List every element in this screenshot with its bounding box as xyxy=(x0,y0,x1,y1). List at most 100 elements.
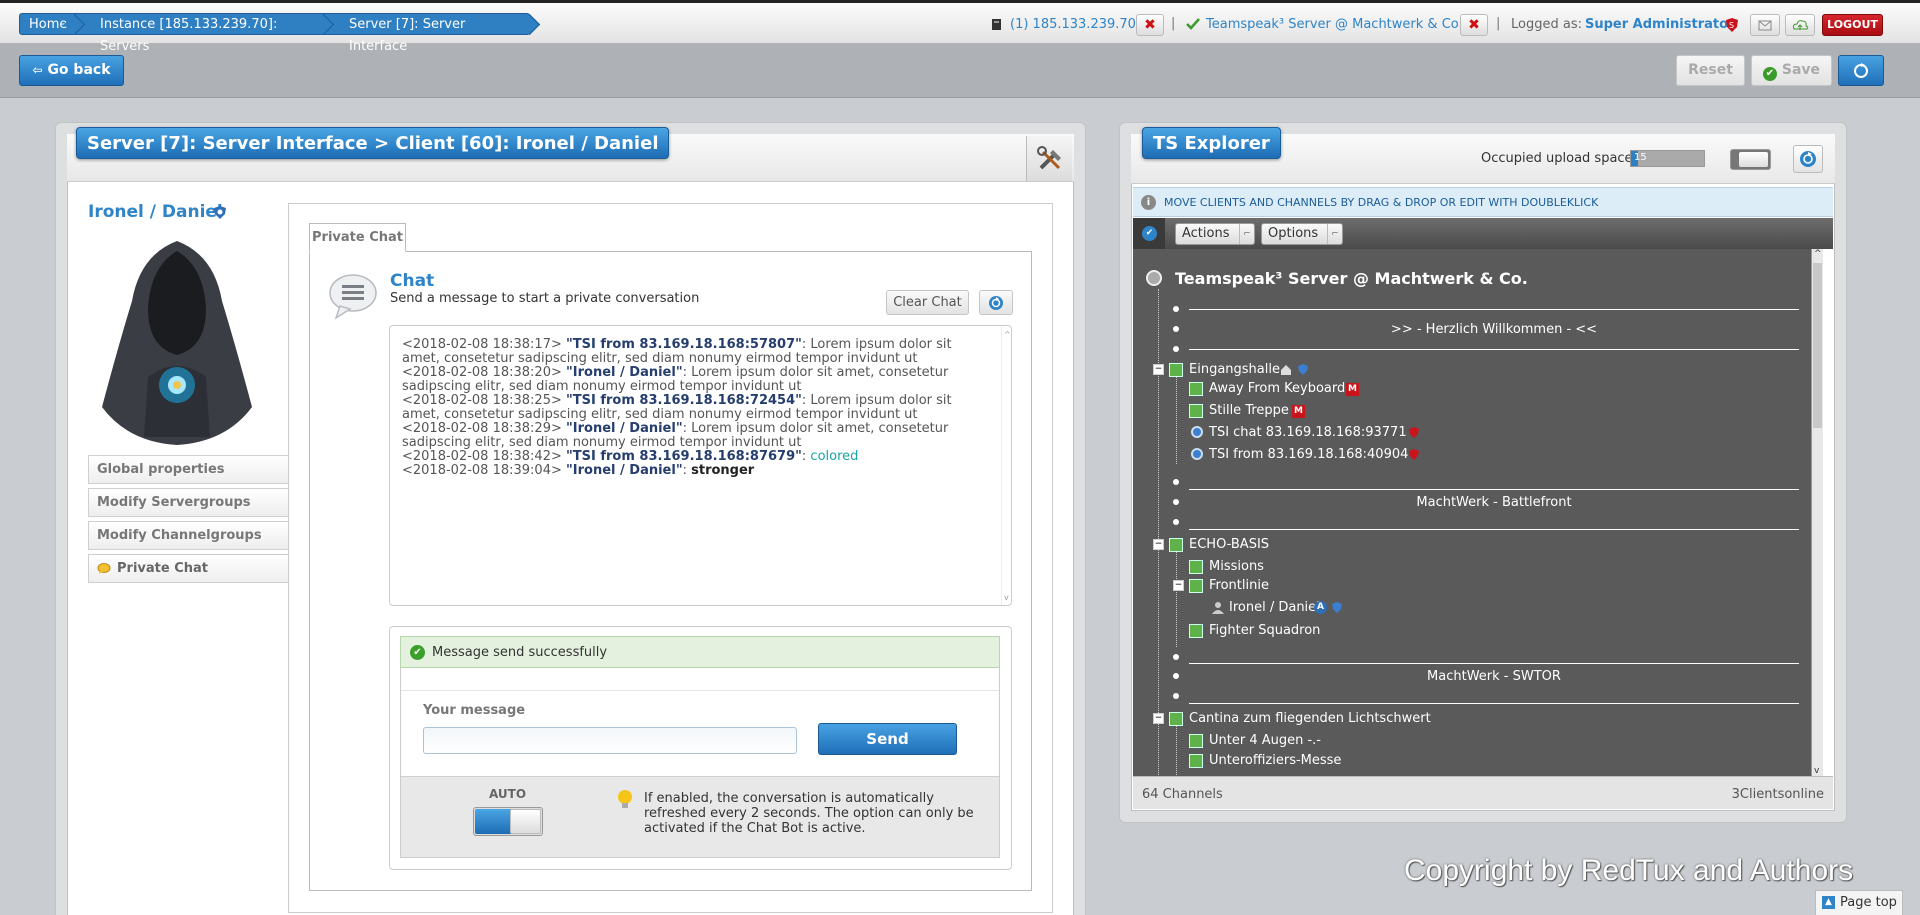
clients-online: 3Clientsonline xyxy=(1731,787,1824,802)
channel-icon xyxy=(1189,560,1203,574)
chat-log[interactable]: ^ v <2018-02-08 18:38:17> "TSI from 83.1… xyxy=(389,325,1012,606)
message-sender: "TSI from 83.169.18.168:57807" xyxy=(566,337,802,352)
tree-branch xyxy=(1176,369,1177,464)
server-instance-icon xyxy=(991,18,1002,31)
message-sender: "Ironel / Daniel" xyxy=(566,463,683,478)
message-colored-text: colored xyxy=(810,449,859,464)
server-link[interactable]: Teamspeak³ Server @ Machtwerk & Co. xyxy=(1206,17,1463,32)
scroll-down-icon[interactable]: v xyxy=(1814,766,1819,776)
scroll-up-icon[interactable]: ^ xyxy=(1814,249,1822,259)
spacer-swtor[interactable]: MachtWerk - SWTOR xyxy=(1189,669,1799,684)
page-top-button[interactable]: ▲ Page top xyxy=(1815,890,1903,915)
chat-subtitle: Send a message to start a private conver… xyxy=(390,291,700,306)
explorer-toggle[interactable] xyxy=(1730,149,1771,170)
scroll-up-icon[interactable]: ^ xyxy=(1004,330,1011,339)
channel-stille-treppe[interactable]: Stille Treppe xyxy=(1209,403,1289,418)
copyright: Copyright by RedTux and Authors xyxy=(1404,854,1854,887)
explorer-refresh-button[interactable] xyxy=(1793,145,1823,173)
server-admin-icon xyxy=(1408,426,1420,439)
spacer-dot xyxy=(1173,306,1179,312)
chat-log-scrollbar[interactable]: ^ v xyxy=(1001,326,1012,605)
select-all-button[interactable]: ✔ xyxy=(1133,218,1165,249)
channel-icon xyxy=(1189,734,1203,748)
auto-refresh-toggle[interactable] xyxy=(473,807,543,836)
breadcrumb-instance[interactable]: Instance [185.133.239.70]: Servers xyxy=(75,13,324,54)
tree-scrollbar[interactable]: ^ v xyxy=(1811,249,1823,776)
client-icon xyxy=(1191,426,1203,438)
server-tree[interactable]: ^ v Teamspeak³ Server @ Machtwerk & Co. … xyxy=(1133,249,1823,776)
channel-eingangshalle[interactable]: Eingangshalle xyxy=(1189,362,1280,377)
options-dropdown[interactable]: Options ⌐ xyxy=(1261,223,1343,245)
send-button[interactable]: Send xyxy=(818,723,957,755)
options-label: Options xyxy=(1268,226,1319,241)
nav-modify-servergroups[interactable]: Modify Servergroups xyxy=(88,488,289,517)
divider: | xyxy=(1171,16,1176,31)
chat-refresh-button[interactable] xyxy=(979,290,1013,315)
client-panel-title: Server [7]: Server Interface > Client [6… xyxy=(76,127,670,159)
message-sender: "Ironel / Daniel" xyxy=(566,421,683,436)
success-alert: ✔ Message send successfully xyxy=(400,636,1000,668)
scroll-down-icon[interactable]: v xyxy=(1004,593,1009,602)
collapse-toggle[interactable]: − xyxy=(1173,580,1184,591)
check-circle-icon: ✔ xyxy=(1142,226,1157,241)
tree-branch xyxy=(1176,545,1177,647)
close-server-button[interactable]: ✖ xyxy=(1460,14,1488,36)
upload-button[interactable] xyxy=(1785,14,1815,36)
breadcrumb-server[interactable]: Server [7]: Server Interface xyxy=(324,13,530,54)
server-name[interactable]: Teamspeak³ Server @ Machtwerk & Co. xyxy=(1175,269,1528,288)
server-admin-icon xyxy=(1408,448,1420,461)
user-link[interactable]: Super Administrator xyxy=(1585,17,1734,32)
mail-button[interactable] xyxy=(1750,14,1780,36)
reset-button[interactable]: Reset xyxy=(1676,55,1745,86)
channel-echo-basis[interactable]: ECHO-BASIS xyxy=(1189,537,1269,552)
channel-cantina[interactable]: Cantina zum fliegenden Lichtschwert xyxy=(1189,711,1431,726)
logged-as-label: Logged as: xyxy=(1511,17,1582,32)
client-ironel-daniel[interactable]: Ironel / Daniel xyxy=(1229,600,1320,615)
tools-icon xyxy=(1037,146,1061,170)
shield-icon xyxy=(1297,363,1309,376)
client-tsi-chat[interactable]: TSI chat 83.169.18.168:93771 xyxy=(1209,425,1407,440)
instance-link[interactable]: (1) 185.133.239.70 xyxy=(1010,17,1136,32)
refresh-button[interactable] xyxy=(1838,55,1884,86)
channel-missions[interactable]: Missions xyxy=(1209,559,1264,574)
tools-button[interactable] xyxy=(1026,136,1072,181)
client-icon xyxy=(1191,448,1203,460)
collapse-toggle[interactable]: − xyxy=(1153,539,1164,550)
auto-label: AUTO xyxy=(489,787,527,801)
page-top-label: Page top xyxy=(1840,895,1897,910)
channel-icon xyxy=(1189,624,1203,638)
info-icon: i xyxy=(1141,195,1156,210)
chat-bubble-icon xyxy=(97,563,111,575)
logout-button[interactable]: LOGOUT xyxy=(1822,14,1883,36)
channel-unteroffiziers-messe[interactable]: Unteroffiziers-Messe xyxy=(1209,753,1341,768)
client-tsi-from[interactable]: TSI from 83.169.18.168:40904 xyxy=(1209,447,1408,462)
close-instance-button[interactable]: ✖ xyxy=(1136,14,1164,36)
actions-dropdown[interactable]: Actions ⌐ xyxy=(1175,223,1255,245)
collapse-toggle[interactable]: − xyxy=(1153,364,1164,375)
channel-icon xyxy=(1169,538,1183,552)
channel-unter-4-augen[interactable]: Unter 4 Augen -.- xyxy=(1209,733,1321,748)
cloud-upload-icon xyxy=(1792,20,1809,30)
save-button[interactable]: ✔ Save xyxy=(1751,55,1832,86)
channel-icon xyxy=(1189,382,1203,396)
tree-scrollbar-thumb[interactable] xyxy=(1813,263,1822,428)
toggle-knob[interactable] xyxy=(1739,152,1768,167)
breadcrumb-home[interactable]: Home xyxy=(19,13,75,35)
toggle-knob[interactable] xyxy=(510,809,541,834)
explorer-hint-bar: i MOVE CLIENTS AND CHANNELS BY DRAG & DR… xyxy=(1133,187,1833,217)
channel-icon xyxy=(1189,754,1203,768)
spacer-welcome[interactable]: >> - Herzlich Willkommen - << xyxy=(1189,322,1799,337)
nav-global-properties[interactable]: Global properties xyxy=(88,455,289,484)
nav-modify-channelgroups[interactable]: Modify Channelgroups xyxy=(88,521,289,550)
message-input[interactable] xyxy=(423,727,797,754)
collapse-toggle[interactable]: − xyxy=(1153,713,1164,724)
channel-frontlinie[interactable]: Frontlinie xyxy=(1209,578,1269,593)
channel-fighter-squadron[interactable]: Fighter Squadron xyxy=(1209,623,1320,638)
nav-private-chat[interactable]: Private Chat xyxy=(88,554,289,583)
chat-message: <2018-02-08 18:39:04> "Ironel / Daniel":… xyxy=(402,464,992,478)
spacer-battlefront[interactable]: MachtWerk - Battlefront xyxy=(1189,495,1799,510)
go-back-button[interactable]: ⇦ Go back xyxy=(19,55,124,86)
channel-afk[interactable]: Away From Keyboard xyxy=(1209,381,1345,396)
clear-chat-button[interactable]: Clear Chat xyxy=(886,290,969,315)
tab-private-chat[interactable]: Private Chat xyxy=(309,223,406,252)
